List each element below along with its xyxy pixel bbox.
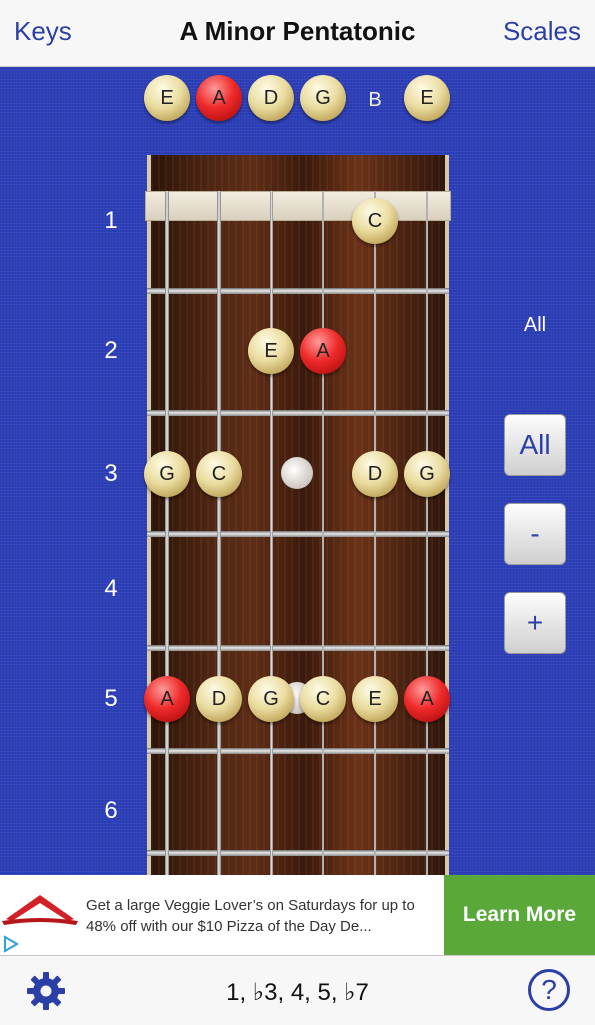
fret-wire-1: [147, 288, 449, 294]
learn-more-button[interactable]: Learn More: [444, 875, 595, 955]
guitar-string-1: [165, 191, 169, 875]
fretboard: [147, 155, 449, 875]
note-fret-3-string-6[interactable]: G: [404, 451, 450, 497]
open-note-string-2[interactable]: A: [196, 75, 242, 121]
open-note-string-5[interactable]: B: [352, 89, 398, 112]
fret-number-6: 6: [104, 797, 118, 824]
open-note-string-1[interactable]: E: [144, 75, 190, 121]
guitar-string-2: [217, 191, 221, 875]
guitar-string-4: [321, 191, 325, 875]
fret-number-4: 4: [104, 575, 118, 602]
note-fret-3-string-2[interactable]: C: [196, 451, 242, 497]
note-fret-2-string-3[interactable]: E: [248, 328, 294, 374]
selection-label: All: [523, 314, 547, 336]
fret-number-3: 3: [104, 460, 118, 487]
help-icon[interactable]: ?: [528, 969, 570, 1011]
note-fret-5-string-4[interactable]: C: [300, 676, 346, 722]
scale-formula: 1, ♭3, 4, 5, ♭7: [226, 979, 369, 1006]
fret-wire-3: [147, 531, 449, 537]
note-fret-5-string-1[interactable]: A: [144, 676, 190, 722]
scales-button[interactable]: Scales: [503, 16, 581, 47]
note-fret-3-string-5[interactable]: D: [352, 451, 398, 497]
fret-wire-2: [147, 410, 449, 416]
adchoices-icon[interactable]: [0, 933, 22, 955]
minus-button[interactable]: -: [504, 503, 566, 565]
fret-inlay-3: [281, 457, 313, 489]
fret-wire-5: [147, 748, 449, 754]
note-fret-3-string-1[interactable]: G: [144, 451, 190, 497]
fret-number-2: 2: [104, 337, 118, 364]
all-button[interactable]: All: [504, 414, 566, 476]
fretboard-area: EADGBE 123456 CEAGCDGADGCEA All All - +: [0, 67, 595, 875]
note-fret-2-string-4[interactable]: A: [300, 328, 346, 374]
ad-banner[interactable]: Get a large Veggie Lover’s on Saturdays …: [0, 875, 595, 955]
open-note-string-3[interactable]: D: [248, 75, 294, 121]
fret-number-1: 1: [104, 207, 118, 234]
nut: [145, 191, 451, 221]
note-fret-1-string-5[interactable]: C: [352, 198, 398, 244]
note-fret-5-string-2[interactable]: D: [196, 676, 242, 722]
open-note-string-6[interactable]: E: [404, 75, 450, 121]
fret-wire-4: [147, 645, 449, 651]
bottom-toolbar: 1, ♭3, 4, 5, ♭7 ?: [0, 955, 595, 1025]
note-fret-5-string-3[interactable]: G: [248, 676, 294, 722]
ad-text: Get a large Veggie Lover’s on Saturdays …: [86, 897, 415, 935]
open-note-string-4[interactable]: G: [300, 75, 346, 121]
note-fret-5-string-5[interactable]: E: [352, 676, 398, 722]
navigation-bar: Keys A Minor Pentatonic Scales: [0, 0, 595, 67]
fret-number-5: 5: [104, 685, 118, 712]
plus-button[interactable]: +: [504, 592, 566, 654]
guitar-string-5: [374, 191, 376, 875]
note-fret-5-string-6[interactable]: A: [404, 676, 450, 722]
guitar-string-6: [426, 191, 428, 875]
guitar-string-3: [269, 191, 273, 875]
fret-wire-6: [147, 850, 449, 856]
